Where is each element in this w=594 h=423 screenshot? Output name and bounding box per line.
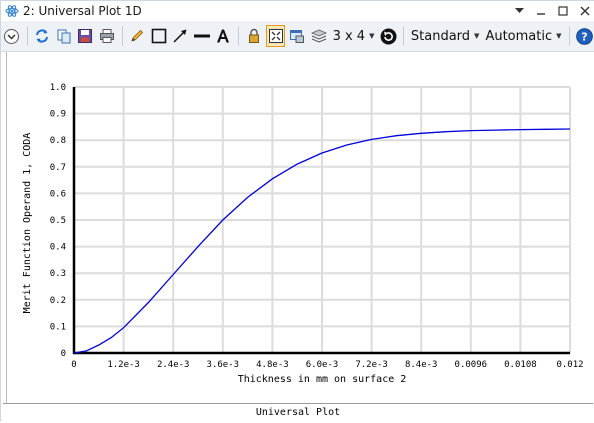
reset-icon[interactable] [378, 24, 398, 48]
dropdown-icon[interactable] [513, 5, 525, 17]
x-tick-label: 0.0096 [455, 360, 488, 370]
y-tick-label: 0.3 [50, 269, 66, 279]
x-tick-label: 0 [71, 360, 76, 370]
arrow-icon[interactable] [171, 24, 191, 48]
refresh-icon[interactable] [32, 24, 52, 48]
expand-icon[interactable] [2, 24, 22, 48]
text-icon[interactable] [214, 24, 234, 48]
print-icon[interactable] [97, 24, 117, 48]
y-tick-label: 0 [61, 349, 66, 359]
y-tick-label: 1.0 [50, 83, 66, 93]
x-tick-label: 8.4e-3 [405, 360, 438, 370]
toolbar-separator [121, 26, 123, 46]
footer-title: Universal Plot [255, 407, 341, 418]
y-tick-label: 0.6 [50, 189, 66, 199]
toolbar: 3 x 4 ▼ Standard ▼ Automatic ▼ ? [1, 21, 594, 52]
layout-dropdown[interactable]: 3 x 4 ▼ [330, 29, 378, 44]
y-tick-label: 0.4 [50, 243, 66, 253]
x-tick-label: 3.6e-3 [207, 360, 240, 370]
svg-text:?: ? [581, 30, 587, 43]
y-tick-label: 0.9 [50, 110, 66, 120]
plot-window: 2: Universal Plot 1D 3 x 4 ▼ Standard ▼ … [0, 0, 594, 423]
restore-icon[interactable] [557, 5, 569, 17]
copy-icon[interactable] [54, 24, 74, 48]
automatic-dropdown-label: Automatic [485, 28, 553, 44]
y-tick-label: 0.1 [50, 322, 66, 332]
toolbar-separator [26, 26, 28, 46]
app-icon [5, 5, 19, 17]
caret-down-icon: ▼ [556, 32, 562, 40]
plot-area: 0 1.2e-3 2.4e-3 3.6e-3 4.8e-3 6.0e-3 7.2e-3 8.4… [2, 52, 594, 423]
pencil-icon[interactable] [128, 24, 148, 48]
standard-dropdown-label: Standard [410, 28, 471, 44]
x-tick-label: 0.012 [556, 360, 583, 370]
y-axis-label: Merit Function Operand 1, CODA [22, 133, 33, 314]
close-icon[interactable] [579, 5, 591, 17]
x-tick-label: 4.8e-3 [256, 360, 289, 370]
layout-dropdown-label: 3 x 4 [332, 28, 366, 44]
toolbar-separator [403, 26, 404, 46]
automatic-dropdown[interactable]: Automatic ▼ [482, 29, 564, 44]
plot-footer: Universal Plot [3, 403, 593, 423]
y-tick-label: 0.7 [50, 163, 66, 173]
lock-icon[interactable] [244, 24, 264, 48]
help-icon[interactable]: ? [574, 24, 594, 48]
toolbar-separator [568, 26, 570, 46]
window-title: 2: Universal Plot 1D [23, 4, 142, 18]
layers-icon[interactable] [309, 24, 329, 48]
save-icon[interactable] [76, 24, 96, 48]
x-tick-label: 6.0e-3 [306, 360, 339, 370]
line-icon[interactable] [192, 24, 212, 48]
caret-down-icon: ▼ [369, 32, 375, 40]
title-bar: 2: Universal Plot 1D [1, 1, 594, 21]
fit-icon[interactable] [265, 25, 286, 47]
x-tick-label: 2.4e-3 [157, 360, 190, 370]
x-axis-label: Thickness in mm on surface 2 [238, 374, 407, 385]
toolbar-separator [238, 26, 240, 46]
x-tick-label: 7.2e-3 [355, 360, 388, 370]
y-tick-label: 0.2 [50, 296, 66, 306]
y-tick-label: 0.5 [50, 216, 66, 226]
minimize-icon[interactable] [535, 5, 547, 17]
rectangle-icon[interactable] [149, 24, 169, 48]
caret-down-icon: ▼ [474, 32, 480, 40]
y-tick-label: 0.8 [50, 136, 66, 146]
standard-dropdown[interactable]: Standard ▼ [408, 29, 483, 44]
window-controls [513, 1, 591, 21]
x-tick-label: 1.2e-3 [107, 360, 140, 370]
x-tick-label: 0.0108 [504, 360, 537, 370]
chart: 0 1.2e-3 2.4e-3 3.6e-3 4.8e-3 6.0e-3 7.2e-3 8.4… [22, 83, 584, 385]
window-icon[interactable] [287, 24, 307, 48]
